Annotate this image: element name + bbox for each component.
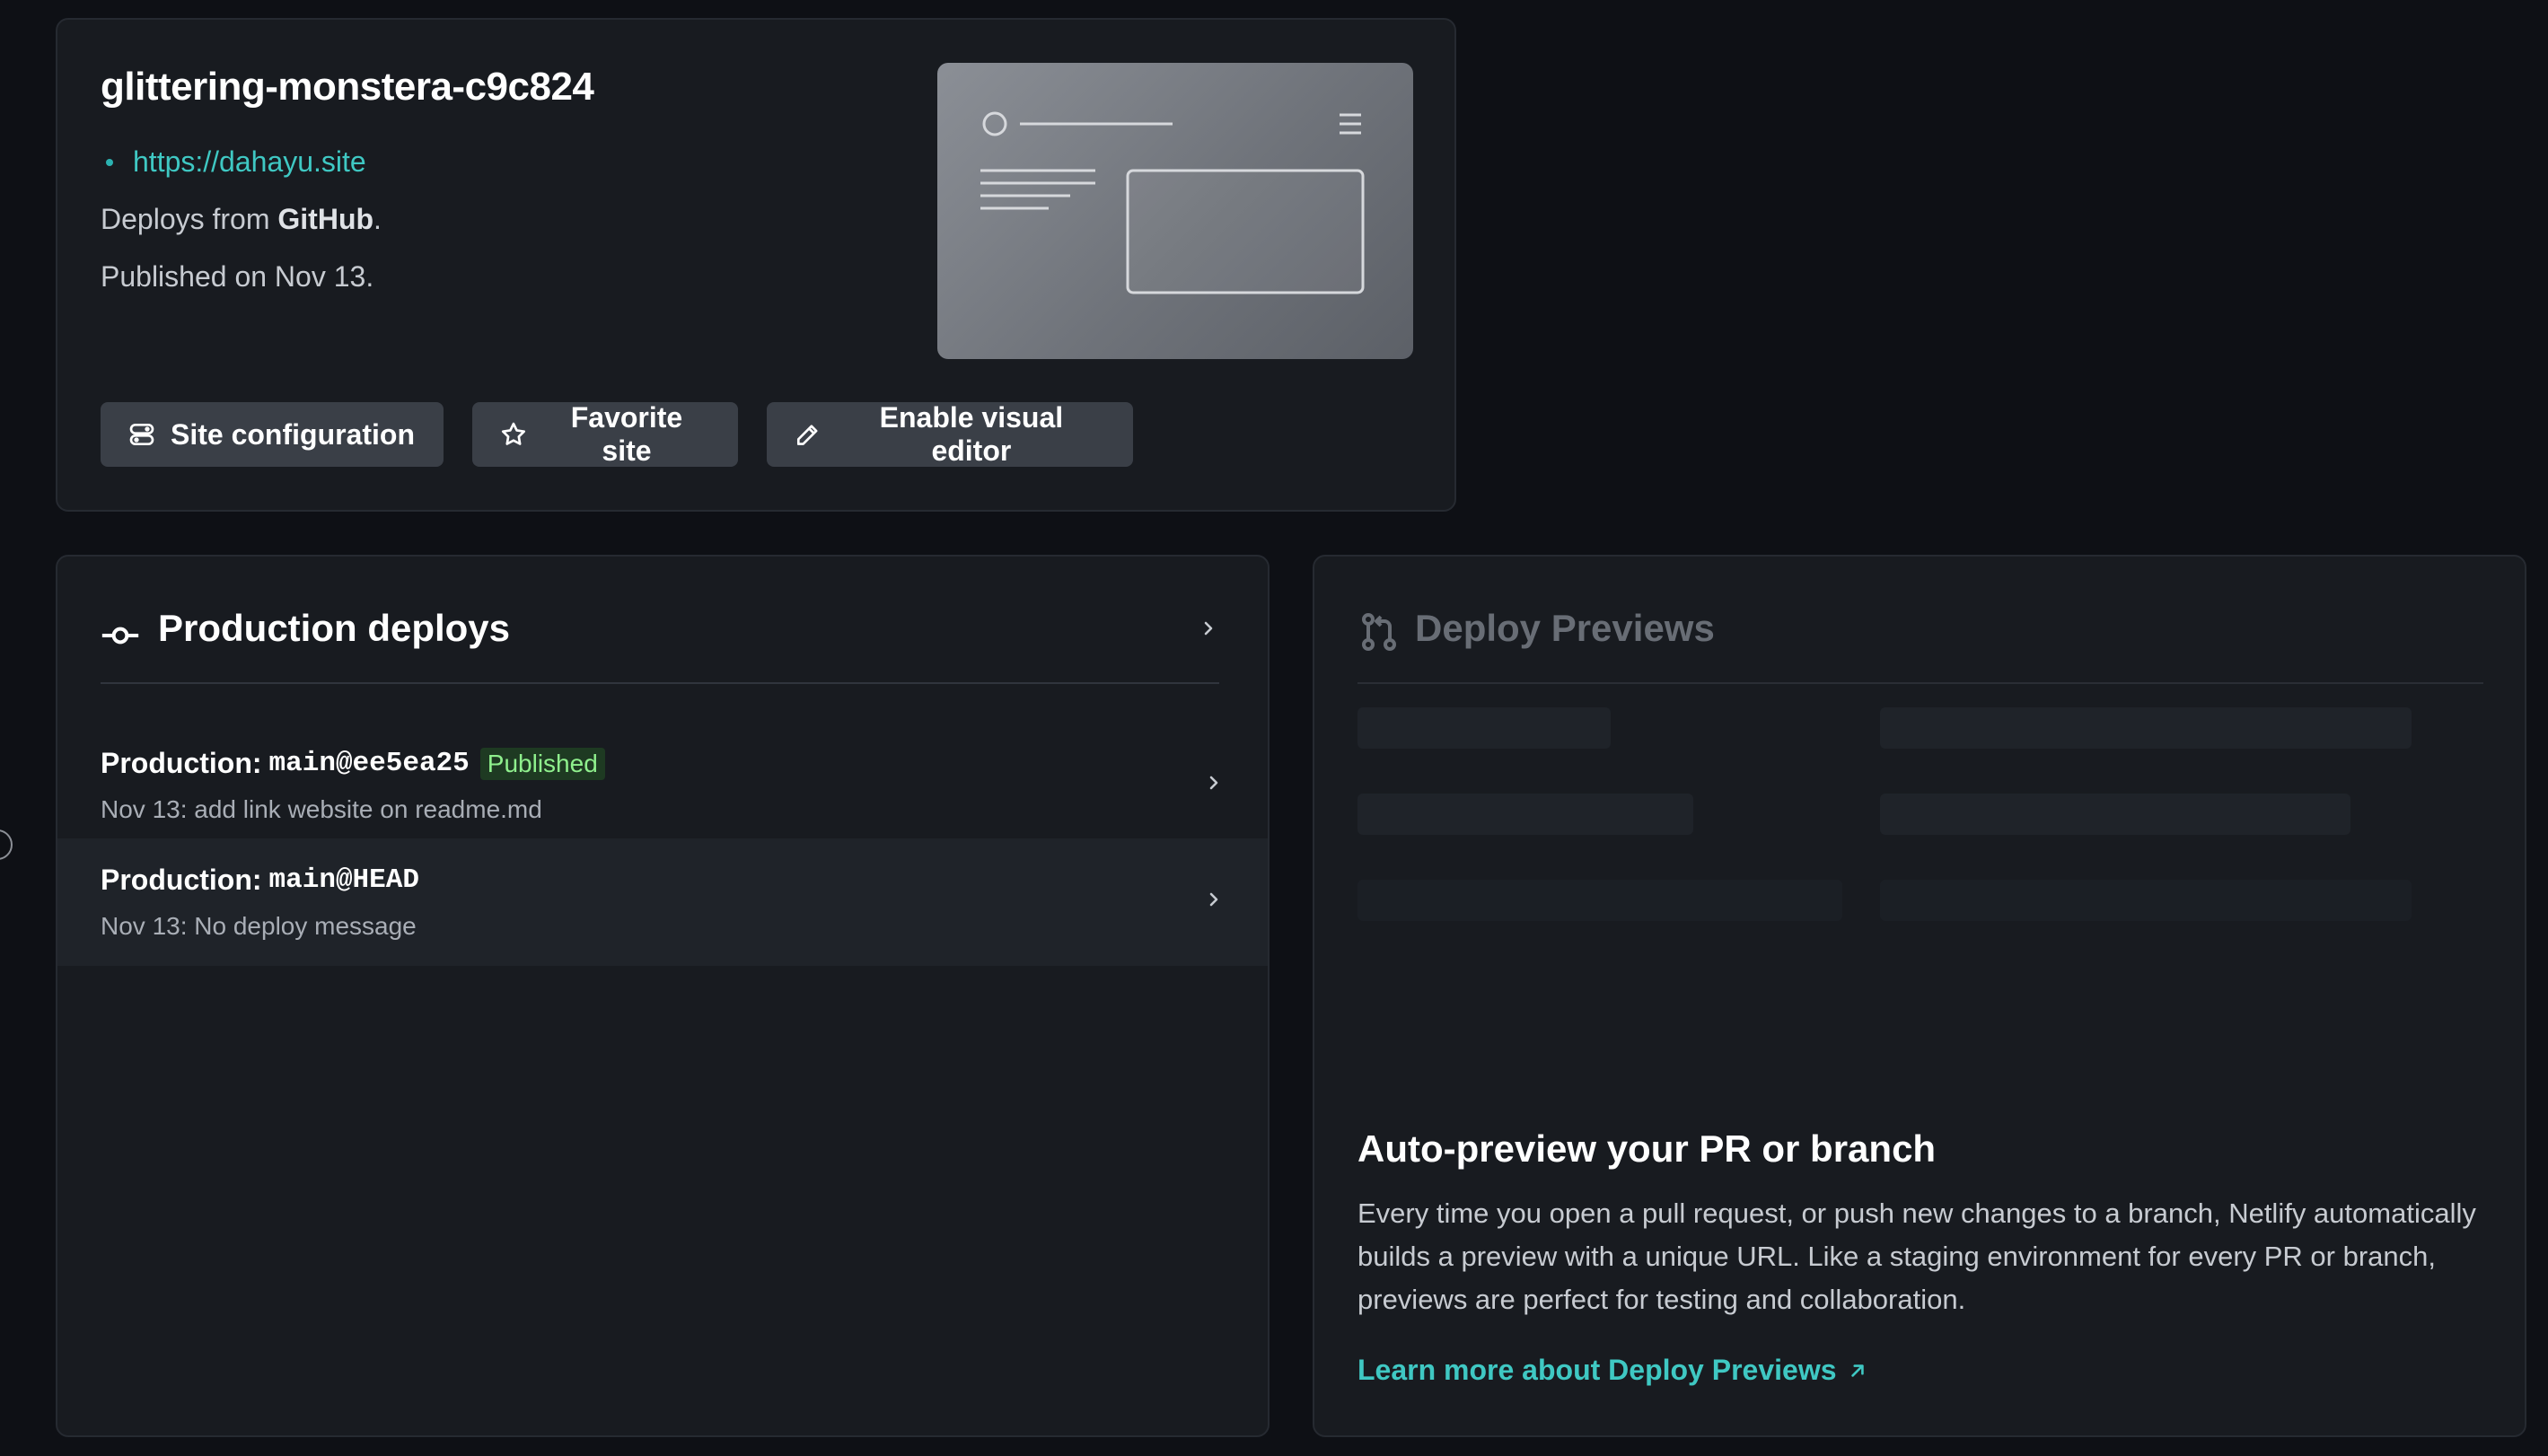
auto-preview-description: Every time you open a pull request, or p…	[1357, 1197, 2476, 1315]
loading-placeholder	[1357, 794, 1693, 835]
enable-visual-editor-button[interactable]: Enable visual editor	[767, 401, 1133, 467]
deploy-row[interactable]: Production: main@ee5ea25 Published Nov 1…	[57, 722, 1268, 849]
site-wireframe-illustration	[980, 111, 1365, 294]
site-overview-card: glittering-monstera-c9c824 https://dahay…	[56, 18, 1456, 512]
deploy-source-prefix: Deploys from	[101, 203, 278, 235]
auto-preview-heading: Auto-preview your PR or branch	[1357, 1127, 1937, 1170]
production-deploys-header[interactable]: Production deploys	[101, 601, 1219, 684]
deploy-title: Production: main@ee5ea25 Published	[101, 747, 605, 780]
site-url-row: https://dahayu.site	[101, 145, 366, 179]
favorite-site-label: Favorite site	[570, 401, 683, 467]
chevron-right-icon	[1204, 621, 1213, 636]
site-name: glittering-monstera-c9c824	[101, 65, 594, 109]
deploy-message: Nov 13: No deploy message	[101, 912, 417, 940]
favorite-site-button[interactable]: Favorite site	[472, 401, 738, 467]
pencil-icon	[796, 425, 818, 445]
production-deploys-title: Production deploys	[158, 607, 511, 649]
site-url-link[interactable]: https://dahayu.site	[133, 145, 366, 179]
star-icon	[501, 422, 525, 445]
deploy-row[interactable]: Production: main@HEAD Nov 13: No deploy …	[57, 838, 1268, 966]
enable-visual-editor-label: Enable visual editor	[879, 401, 1064, 467]
deploy-source: Deploys from GitHub.	[101, 203, 382, 236]
deploy-title: Production: main@HEAD	[101, 864, 419, 897]
loading-placeholder	[1357, 707, 1611, 749]
site-configuration-label: Site configuration	[171, 417, 415, 451]
loading-placeholder	[1880, 707, 2412, 749]
toggles-icon	[129, 424, 154, 445]
chevron-right-icon	[1209, 776, 1218, 790]
loading-placeholder	[1880, 880, 2412, 921]
learn-more-label: Learn more about Deploy Previews	[1357, 1354, 1837, 1386]
deploy-previews-card: Deploy Previews Auto-preview your PR or …	[1313, 555, 2526, 1437]
deploy-source-provider: GitHub	[277, 203, 374, 235]
deploy-previews-header: Deploy Previews	[1357, 601, 2483, 684]
chevron-right-icon	[1209, 892, 1218, 907]
loading-placeholder	[1880, 794, 2350, 835]
external-arrow-icon	[1850, 1364, 1864, 1377]
git-commit-icon	[101, 627, 139, 645]
learn-more-deploy-previews-link[interactable]: Learn more about Deploy Previews	[1357, 1354, 1869, 1387]
published-badge: Published	[479, 747, 605, 780]
published-date: Published on Nov 13.	[101, 260, 374, 293]
status-dot	[106, 158, 113, 166]
site-preview-thumbnail[interactable]	[937, 63, 1413, 359]
deploy-context: Production:	[101, 864, 262, 896]
site-configuration-button[interactable]: Site configuration	[101, 402, 444, 467]
collapsed-panel-handle[interactable]	[0, 829, 13, 860]
production-deploys-card: Production deploys Production: main@ee5e…	[56, 555, 1270, 1437]
deploy-ref: main@ee5ea25	[268, 748, 470, 779]
deploy-previews-title: Deploy Previews	[1415, 607, 1715, 649]
deploy-source-suffix: .	[373, 203, 382, 235]
deploy-ref: main@HEAD	[268, 864, 419, 896]
deploy-message: Nov 13: add link website on readme.md	[101, 795, 542, 823]
pull-request-icon	[1362, 613, 1396, 651]
loading-placeholder	[1357, 880, 1842, 921]
deploy-context: Production:	[101, 747, 262, 779]
